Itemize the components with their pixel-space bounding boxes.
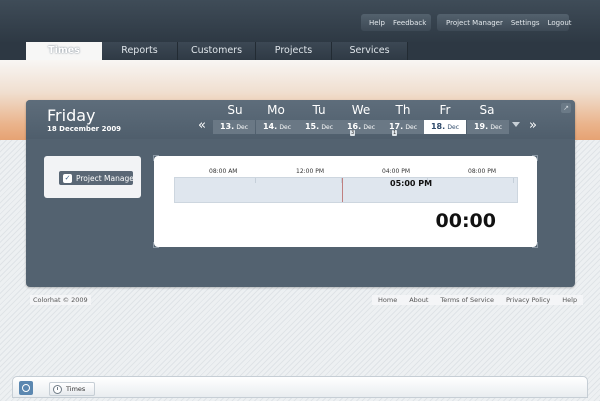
current-time-marker bbox=[342, 178, 343, 202]
date-day: 18. bbox=[430, 122, 446, 131]
expand-icon[interactable]: ↗ bbox=[561, 103, 571, 113]
weekday-mo: Mo bbox=[267, 103, 285, 117]
app-menu-icon[interactable] bbox=[19, 381, 33, 395]
next-week-button[interactable]: » bbox=[529, 119, 537, 133]
date-18-selected[interactable]: 18. Dec bbox=[424, 120, 466, 134]
date-subtitle: 18 December 2009 bbox=[47, 125, 122, 133]
tick-mark bbox=[513, 178, 514, 183]
date-month: Dec bbox=[405, 124, 418, 131]
tab-times[interactable]: Times bbox=[26, 42, 102, 60]
timeline-card: 08:00 AM 12:00 PM 04:00 PM 08:00 PM 05:0… bbox=[153, 155, 538, 248]
project-card: ✓ Project Manager bbox=[44, 156, 141, 198]
footer-home-link[interactable]: Home bbox=[372, 295, 403, 305]
day-panel: Friday 18 December 2009 « Su Mo Tu We Th… bbox=[26, 100, 575, 287]
date-day: 14. bbox=[262, 122, 278, 131]
project-toggle[interactable]: ✓ Project Manager bbox=[59, 171, 133, 185]
date-month: Dec bbox=[490, 124, 503, 131]
logout-link[interactable]: Logout bbox=[544, 19, 576, 27]
footer-privacy-link[interactable]: Privacy Policy bbox=[500, 295, 556, 305]
date-day: 19. bbox=[473, 122, 489, 131]
weekday-we: We bbox=[351, 103, 371, 117]
copyright-text: Colorhat © 2009 bbox=[30, 295, 91, 305]
utility-links-left: Help Feedback bbox=[361, 14, 431, 31]
day-title: Friday bbox=[47, 106, 96, 125]
date-month: Dec bbox=[321, 124, 334, 131]
date-month: Dec bbox=[447, 124, 460, 131]
corner-handle bbox=[532, 242, 538, 248]
project-checkbox[interactable]: ✓ bbox=[63, 173, 72, 183]
weekday-tu: Tu bbox=[312, 103, 326, 117]
taskbar: Times bbox=[12, 376, 588, 398]
footer-help-link[interactable]: Help bbox=[556, 295, 583, 305]
project-manager-link[interactable]: Project Manager bbox=[437, 19, 507, 27]
tick-label: 12:00 PM bbox=[296, 168, 324, 175]
feedback-link[interactable]: Feedback bbox=[389, 19, 430, 27]
date-19[interactable]: 19. Dec bbox=[467, 120, 509, 134]
top-bar: Help Feedback Project Manager Settings L… bbox=[0, 0, 600, 42]
corner-handle bbox=[532, 155, 538, 161]
chevron-down-icon[interactable] bbox=[512, 122, 520, 127]
tick-mark bbox=[255, 178, 256, 183]
project-label: Project Manager bbox=[76, 173, 133, 183]
weekday-su: Su bbox=[227, 103, 243, 117]
footer-links: Home About Terms of Service Privacy Poli… bbox=[372, 295, 584, 305]
settings-link[interactable]: Settings bbox=[507, 19, 544, 27]
footer-terms-link[interactable]: Terms of Service bbox=[434, 295, 500, 305]
entry-count-badge: 3 bbox=[350, 130, 356, 136]
date-13[interactable]: 13. Dec bbox=[213, 120, 255, 134]
help-link[interactable]: Help bbox=[361, 19, 389, 27]
date-month: Dec bbox=[279, 124, 292, 131]
tab-customers[interactable]: Customers bbox=[178, 42, 256, 60]
entry-count-badge: 1 bbox=[392, 130, 398, 136]
corner-handle bbox=[153, 242, 159, 248]
timeline-track[interactable]: 05:00 PM bbox=[174, 177, 518, 203]
date-day: 13. bbox=[219, 122, 235, 131]
tick-label: 08:00 PM bbox=[468, 168, 496, 175]
date-day: 15. bbox=[304, 122, 320, 131]
date-17[interactable]: 17. Dec 1 bbox=[382, 120, 424, 136]
taskbar-item-label: Times bbox=[66, 385, 86, 393]
marker-time-label: 05:00 PM bbox=[390, 179, 433, 188]
weekday-th: Th bbox=[395, 103, 411, 117]
date-14[interactable]: 14. Dec bbox=[256, 120, 298, 134]
tab-projects[interactable]: Projects bbox=[256, 42, 332, 60]
date-16[interactable]: 16. Dec 3 bbox=[340, 120, 382, 136]
tick-label: 04:00 PM bbox=[382, 168, 410, 175]
date-month: Dec bbox=[236, 124, 249, 131]
tick-label: 08:00 AM bbox=[209, 168, 238, 175]
corner-handle bbox=[153, 155, 159, 161]
tab-reports[interactable]: Reports bbox=[102, 42, 178, 60]
weekday-fr: Fr bbox=[439, 103, 451, 117]
tab-services[interactable]: Services bbox=[332, 42, 408, 60]
footer-about-link[interactable]: About bbox=[403, 295, 434, 305]
day-panel-header: Friday 18 December 2009 « Su Mo Tu We Th… bbox=[26, 100, 575, 139]
date-month: Dec bbox=[363, 124, 376, 131]
utility-links-right: Project Manager Settings Logout bbox=[437, 14, 572, 31]
prev-week-button[interactable]: « bbox=[198, 119, 206, 133]
weekday-sa: Sa bbox=[479, 103, 495, 117]
taskbar-item-times[interactable]: Times bbox=[49, 382, 95, 396]
clock-icon bbox=[53, 384, 62, 394]
total-duration: 00:00 bbox=[435, 210, 496, 232]
date-15[interactable]: 15. Dec bbox=[298, 120, 340, 134]
